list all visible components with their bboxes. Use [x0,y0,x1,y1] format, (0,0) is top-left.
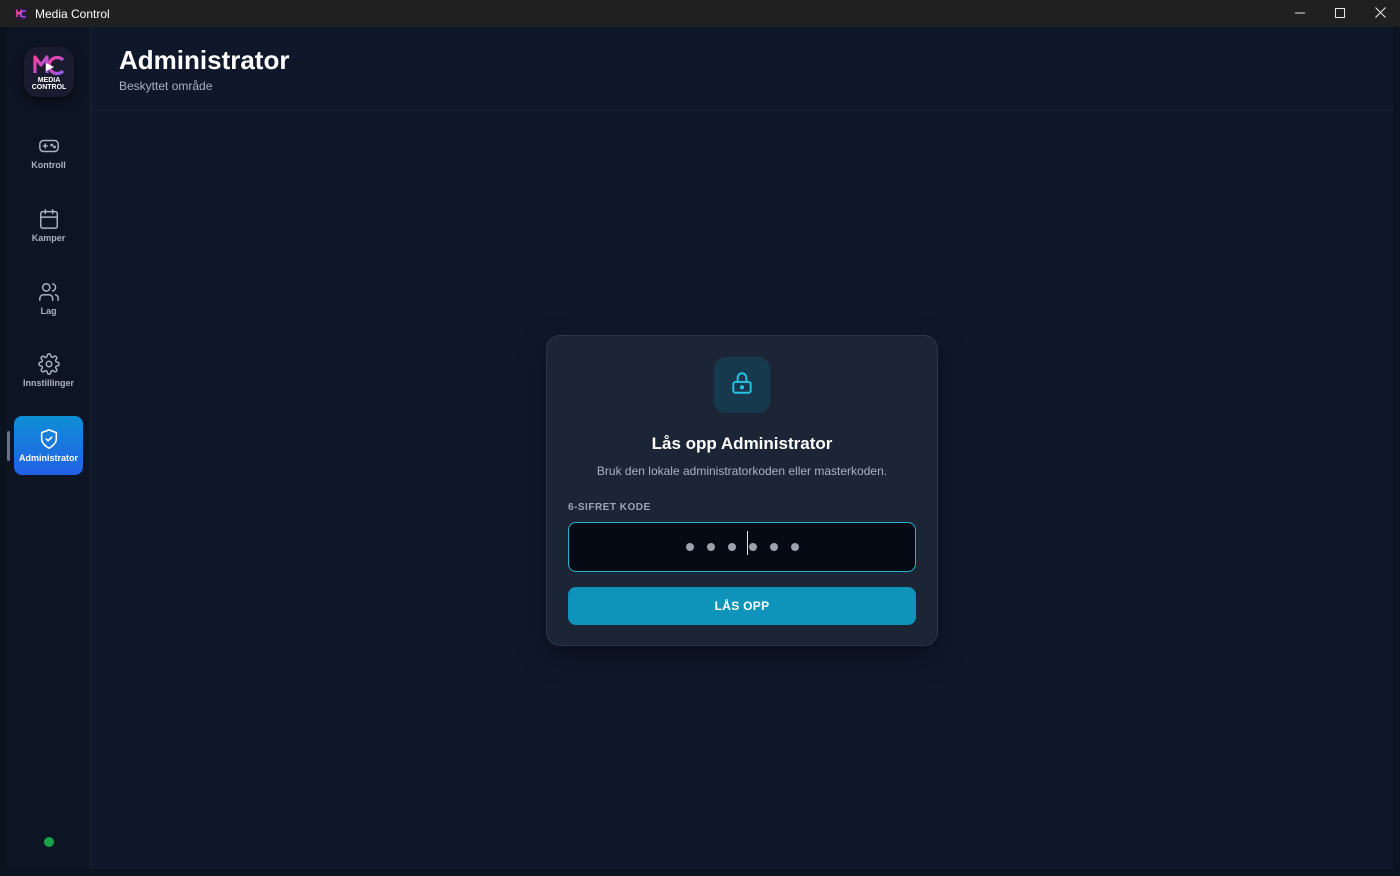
sidebar-item-innstillinger[interactable]: Innstillinger [14,341,83,400]
sidebar-item-label: Lag [40,306,57,316]
page-subtitle: Beskyttet område [119,79,213,93]
close-icon [1374,5,1386,23]
page-header: Administrator Beskyttet område [91,27,1393,111]
media-control-logo-icon: MEDIA CONTROL [32,55,67,91]
code-dots [685,531,799,555]
sidebar-item-label: Administrator [18,453,78,463]
code-digit-dot [790,543,799,551]
code-digit-dot [769,543,778,551]
code-digit-dot [748,543,757,551]
page-title: Administrator [119,45,290,75]
calendar-icon [38,208,60,230]
maximize-icon [1335,5,1345,23]
sidebar-item-lag[interactable]: Lag [14,269,83,328]
minimize-icon [1295,5,1305,23]
gamepad-icon [38,135,60,157]
sidebar-item-kontroll[interactable]: Kontroll [14,123,83,182]
sidebar-item-label: Innstillinger [22,378,74,388]
sidebar-item-administrator[interactable]: Administrator [14,416,83,475]
shield-check-icon [38,428,60,450]
code-field-label: 6-SIFRET KODE [568,502,651,513]
window-titlebar: Media Control [0,0,1400,27]
unlock-description: Bruk den lokale administratorkoden eller… [596,464,888,478]
logo-text-control: CONTROL [32,84,67,91]
main-content: Administrator Beskyttet område Lås opp A… [91,27,1393,869]
code-digit-dot [685,543,694,551]
sidebar-item-kamper[interactable]: Kamper [14,196,83,255]
sidebar-item-label: Kontroll [31,160,66,170]
code-digit-dot [706,543,715,551]
code-input[interactable] [568,522,916,572]
active-nav-indicator [7,431,10,461]
window-controls [1280,0,1400,27]
unlock-card: Lås opp Administrator Bruk den lokale ad… [546,335,938,646]
close-button[interactable] [1360,0,1400,27]
lock-icon [729,370,755,401]
app-logo[interactable]: MEDIA CONTROL [24,47,74,97]
gear-icon [37,353,60,375]
logo-text-media: MEDIA [38,77,61,84]
window-title: Media Control [35,6,110,21]
lock-badge [714,357,770,413]
connection-status-indicator [44,837,54,847]
minimize-button[interactable] [1280,0,1320,27]
text-caret [746,531,748,555]
code-digit-dot [727,543,736,551]
sidebar-item-label: Kamper [31,233,66,243]
unlock-button[interactable]: LÅS OPP [568,587,916,625]
users-icon [38,281,60,303]
maximize-button[interactable] [1320,0,1360,27]
app-logo-icon [14,7,28,21]
sidebar: MEDIA CONTROL Kontroll Kamper Lag Innsti… [7,27,91,869]
unlock-title: Lås opp Administrator [651,434,833,453]
